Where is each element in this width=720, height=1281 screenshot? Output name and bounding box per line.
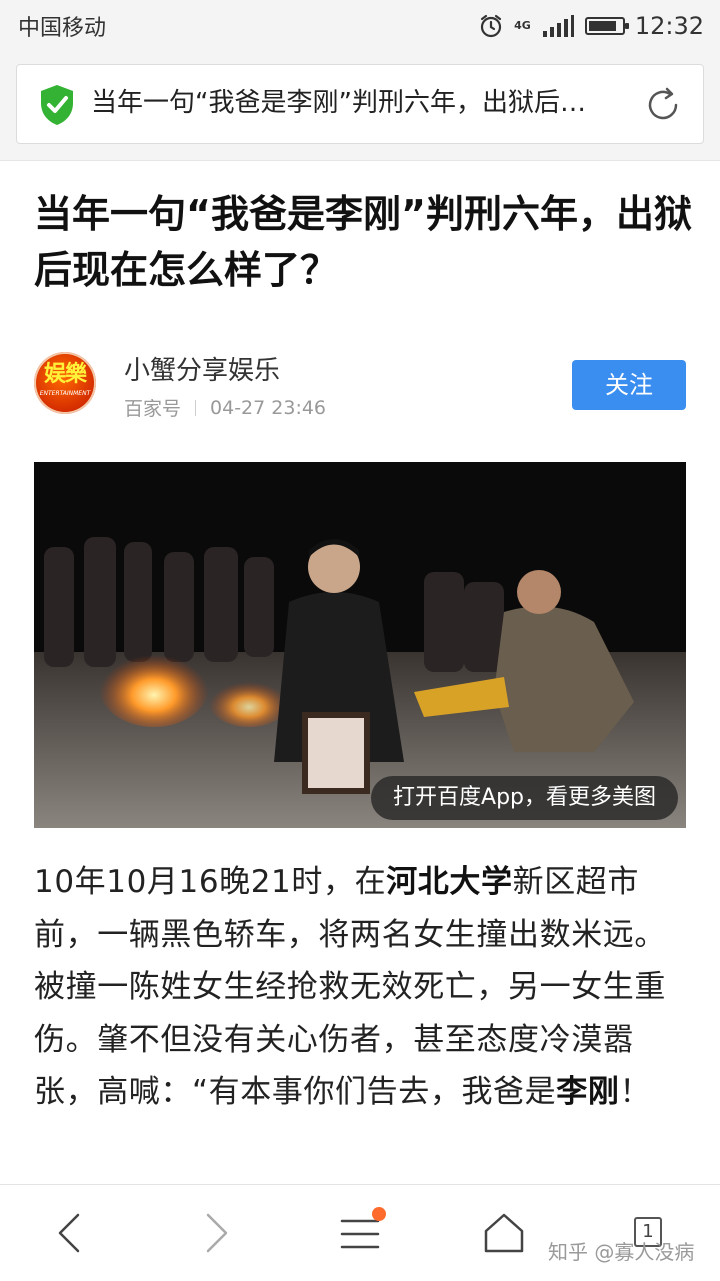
bottom-navigation: 1: [0, 1184, 720, 1281]
toolbar-divider: [0, 160, 720, 161]
author-meta: 百家号 04-27 23:46: [124, 394, 326, 421]
article-photo[interactable]: 打开百度App，看更多美图: [34, 462, 686, 828]
paragraph-text: ！: [619, 1074, 652, 1110]
meta-divider: [195, 399, 197, 416]
status-icons: 4G 12:32: [478, 8, 704, 44]
follow-button[interactable]: 关注: [572, 360, 686, 410]
forward-button[interactable]: [186, 1203, 246, 1263]
article-photo-graphic: [34, 462, 686, 828]
refresh-icon[interactable]: [643, 85, 683, 125]
publish-date: 04-27 23:46: [210, 396, 327, 419]
avatar-logo-subtext: ENTERTAINMENT: [39, 390, 91, 397]
home-icon: [484, 1213, 524, 1253]
home-button[interactable]: [474, 1203, 534, 1263]
shield-check-icon: [41, 85, 73, 125]
author-avatar[interactable]: 娱樂 ENTERTAINMENT: [34, 352, 96, 414]
avatar-logo-text: 娱樂: [43, 362, 87, 387]
battery-icon: [584, 17, 629, 35]
menu-button[interactable]: [330, 1203, 390, 1263]
paragraph-text: 10年10月16晚21时，在: [34, 864, 387, 900]
chevron-left-icon: [58, 1213, 80, 1253]
clock: 12:32: [634, 12, 704, 40]
highlighted-keyword-hebei-university[interactable]: 河北大学: [386, 864, 512, 900]
open-app-image-hint[interactable]: 打开百度App，看更多美图: [371, 776, 678, 820]
status-bar: 中国移动 4G 12:32: [0, 0, 720, 52]
alarm-icon: [481, 14, 502, 38]
carrier-name: 中国移动: [18, 16, 107, 41]
notification-dot: [372, 1207, 386, 1221]
watermark: 知乎 @寡人没病: [548, 1240, 695, 1264]
source-label: 百家号: [124, 398, 182, 420]
signal-icon: [542, 15, 574, 37]
page-title-in-address-bar[interactable]: 当年一句“我爸是李刚”判刑六年，出狱后…: [91, 83, 621, 123]
address-bar[interactable]: 当年一句“我爸是李刚”判刑六年，出狱后…: [16, 64, 704, 144]
network-type: 4G: [514, 19, 531, 32]
author-name[interactable]: 小蟹分享娱乐: [124, 350, 280, 387]
chevron-right-icon: [206, 1213, 228, 1253]
back-button[interactable]: [40, 1203, 100, 1263]
highlighted-keyword-li-gang[interactable]: 李刚: [556, 1074, 619, 1110]
battery-level: [588, 21, 616, 31]
article-headline: 当年一句“我爸是李刚”判刑六年，出狱后现在怎么样了？: [34, 192, 692, 292]
article-paragraph: 10年10月16晚21时，在河北大学新区超市前，一辆黑色轿车，将两名女生撞出数米…: [34, 856, 688, 1119]
browser-toolbar: 当年一句“我爸是李刚”判刑六年，出狱后…: [0, 52, 720, 160]
